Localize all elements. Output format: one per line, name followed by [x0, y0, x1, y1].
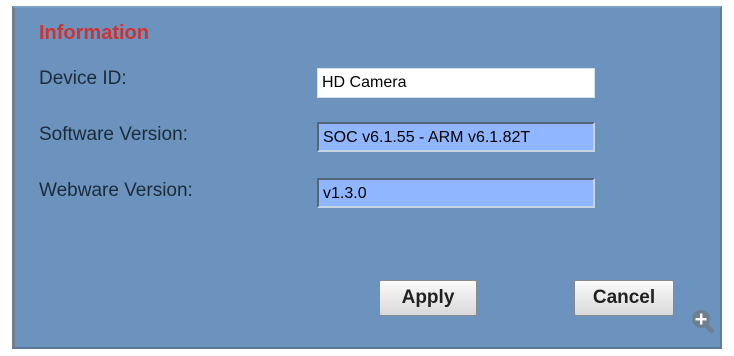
apply-button[interactable]: Apply [379, 280, 477, 316]
software-version-label: Software Version: [39, 124, 188, 145]
screenshot-frame: Information Device ID: HD Camera Softwar… [0, 0, 734, 356]
zoom-in-icon[interactable] [688, 306, 718, 336]
software-version-field: SOC v6.1.55 - ARM v6.1.82T [317, 122, 595, 152]
information-panel: Information Device ID: HD Camera Softwar… [12, 6, 722, 349]
panel-title: Information [39, 22, 149, 44]
webware-version-label: Webware Version: [39, 180, 193, 201]
webware-version-field: v1.3.0 [317, 178, 595, 208]
cancel-button[interactable]: Cancel [574, 280, 674, 316]
device-id-label: Device ID: [39, 68, 127, 89]
device-id-input[interactable]: HD Camera [317, 68, 595, 98]
